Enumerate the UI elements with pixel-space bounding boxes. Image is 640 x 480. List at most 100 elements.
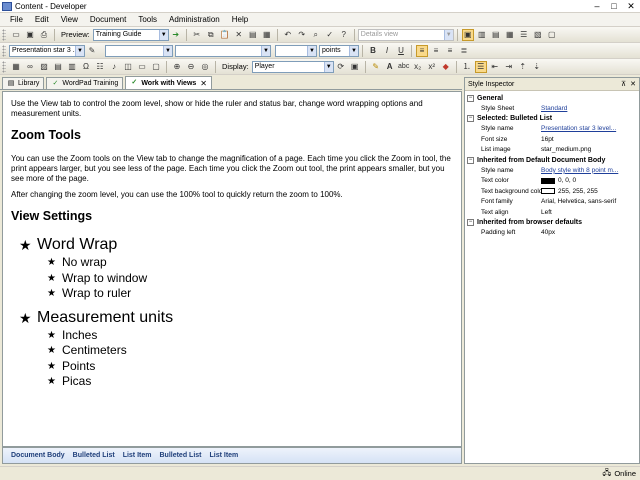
superscript-icon[interactable]: x² xyxy=(426,61,438,73)
new-document-icon[interactable]: ▭ xyxy=(10,29,22,41)
toolbar-grip[interactable] xyxy=(2,44,6,57)
toolbar-grip[interactable] xyxy=(2,60,6,73)
insert-row-icon[interactable]: ▤ xyxy=(52,61,64,73)
font-select[interactable]: ▼ xyxy=(175,44,271,57)
collapse-icon[interactable]: − xyxy=(467,115,474,122)
section-inherited-body[interactable]: − Inherited from Default Document Body xyxy=(467,155,637,165)
underline-icon[interactable]: U xyxy=(395,45,407,57)
strikethrough-icon[interactable]: abc xyxy=(398,61,410,73)
display-settings-icon[interactable]: ▣ xyxy=(349,61,361,73)
bulleted-list-icon[interactable]: ☰ xyxy=(474,60,487,73)
collapse-icon[interactable]: − xyxy=(467,94,474,102)
breadcrumb-item[interactable]: Bulleted List xyxy=(159,452,201,459)
close-panel-icon[interactable]: ✕ xyxy=(630,80,636,88)
tab-wordpad-training[interactable]: ✓ WordPad Training xyxy=(46,77,124,89)
maximize-button[interactable]: □ xyxy=(606,1,622,12)
insert-media-icon[interactable]: ♪ xyxy=(108,61,120,73)
breadcrumb-item[interactable]: List Item xyxy=(123,452,152,459)
undo-icon[interactable]: ↶ xyxy=(282,29,294,41)
split-view-icon[interactable]: ▥ xyxy=(476,29,488,41)
preview-select[interactable]: Training Guide ▼ xyxy=(92,28,169,41)
zoom-100-icon[interactable]: ◎ xyxy=(199,61,211,73)
align-right-icon[interactable]: ≡ xyxy=(444,45,456,57)
subscript-icon[interactable]: x₂ xyxy=(412,61,424,73)
outdent-icon[interactable]: ⇤ xyxy=(489,61,501,73)
zoom-out-icon[interactable]: ⊖ xyxy=(185,61,197,73)
section-browser-defaults[interactable]: − Inherited from browser defaults xyxy=(467,218,637,228)
list-view-icon[interactable]: ☰ xyxy=(518,29,530,41)
properties-icon[interactable]: ▦ xyxy=(261,29,273,41)
italic-icon[interactable]: I xyxy=(381,45,393,57)
spelling-icon[interactable]: ✓ xyxy=(324,29,336,41)
style-edit-icon[interactable]: ✎ xyxy=(86,45,98,57)
redo-icon[interactable]: ↷ xyxy=(296,29,308,41)
align-center-icon[interactable]: ≡ xyxy=(430,45,442,57)
prop-link[interactable]: Presentation star 3 level... xyxy=(541,125,637,132)
minimize-button[interactable]: – xyxy=(589,1,605,12)
close-tab-icon[interactable]: ✕ xyxy=(200,79,207,88)
document-editor[interactable]: Use the View tab to control the zoom lev… xyxy=(2,91,462,447)
bold-icon[interactable]: B xyxy=(367,45,379,57)
find-icon[interactable]: ⌕ xyxy=(310,29,322,41)
breadcrumb-item[interactable]: Document Body xyxy=(11,452,65,459)
section-general[interactable]: − General xyxy=(467,93,637,103)
menu-view[interactable]: View xyxy=(55,15,84,24)
copy-icon[interactable]: ⧉ xyxy=(205,29,217,41)
display-refresh-icon[interactable]: ⟳ xyxy=(335,61,347,73)
style-select[interactable]: Presentation star 3 ... ▼ xyxy=(9,44,85,57)
help-icon[interactable]: ? xyxy=(338,29,350,41)
go-preview-icon[interactable]: ➔ xyxy=(170,29,182,41)
insert-frame-icon[interactable]: ▢ xyxy=(150,61,162,73)
collapse-icon[interactable]: − xyxy=(467,219,474,226)
paragraph-select[interactable]: ▼ xyxy=(105,44,173,57)
tab-library[interactable]: ▤ Library xyxy=(2,77,45,89)
close-button[interactable]: ✕ xyxy=(623,1,639,12)
text-color-icon[interactable]: A xyxy=(384,61,396,73)
save-icon[interactable]: ▣ xyxy=(24,29,36,41)
layout-view-icon[interactable]: ▣ xyxy=(461,28,474,41)
menu-help[interactable]: Help xyxy=(226,15,254,24)
menu-edit[interactable]: Edit xyxy=(29,15,55,24)
insert-image-icon[interactable]: ▨ xyxy=(38,61,50,73)
pin-icon[interactable]: ⊼ xyxy=(621,80,626,88)
page-view-icon[interactable]: ▢ xyxy=(546,29,558,41)
toolbar-grip[interactable] xyxy=(2,28,6,41)
cut-icon[interactable]: ✂ xyxy=(191,29,203,41)
indent-icon[interactable]: ⇥ xyxy=(503,61,515,73)
section-selected[interactable]: − Selected: Bulleted List xyxy=(467,114,637,124)
panel-view-icon[interactable]: ▧ xyxy=(532,29,544,41)
outline-view-icon[interactable]: ▦ xyxy=(504,29,516,41)
prop-link[interactable]: Body style with 8 point m... xyxy=(541,167,637,174)
menu-file[interactable]: File xyxy=(4,15,29,24)
zoom-in-icon[interactable]: ⊕ xyxy=(171,61,183,73)
prop-link[interactable]: Standard xyxy=(541,105,637,112)
move-down-icon[interactable]: ⇣ xyxy=(531,61,543,73)
insert-symbol-icon[interactable]: Ω xyxy=(80,61,92,73)
paste-icon[interactable]: 📋 xyxy=(219,29,231,41)
breadcrumb-item[interactable]: Bulleted List xyxy=(73,452,115,459)
tree-view-icon[interactable]: ▤ xyxy=(490,29,502,41)
insert-list-icon[interactable]: ☷ xyxy=(94,61,106,73)
numbered-list-icon[interactable]: ⒈ xyxy=(461,61,473,73)
size-unit-select[interactable]: points ▼ xyxy=(319,44,359,57)
highlight-icon[interactable]: ✎ xyxy=(370,61,382,73)
collapse-icon[interactable]: − xyxy=(467,156,474,164)
print-icon[interactable]: ⎙ xyxy=(38,29,50,41)
insert-table-icon[interactable]: ▦ xyxy=(10,61,22,73)
tab-work-with-views[interactable]: ✓ Work with Views ✕ xyxy=(125,76,212,89)
view-select[interactable]: Details view ▼ xyxy=(357,28,454,41)
align-left-icon[interactable]: ≡ xyxy=(416,44,428,57)
display-select[interactable]: Player ▼ xyxy=(251,60,334,73)
insert-object-icon[interactable]: ◫ xyxy=(122,61,134,73)
delete-icon[interactable]: ✕ xyxy=(233,29,245,41)
breadcrumb-item[interactable]: List Item xyxy=(210,452,239,459)
menu-document[interactable]: Document xyxy=(84,15,132,24)
font-size-select[interactable]: ▼ xyxy=(275,44,317,57)
menu-administration[interactable]: Administration xyxy=(163,15,226,24)
justify-icon[interactable]: ≣ xyxy=(458,45,470,57)
menu-tools[interactable]: Tools xyxy=(132,15,163,24)
insert-field-icon[interactable]: ▭ xyxy=(136,61,148,73)
insert-link-icon[interactable]: ∞ xyxy=(24,61,36,73)
clone-icon[interactable]: ▤ xyxy=(247,29,259,41)
clear-format-icon[interactable]: ◆ xyxy=(440,61,452,73)
